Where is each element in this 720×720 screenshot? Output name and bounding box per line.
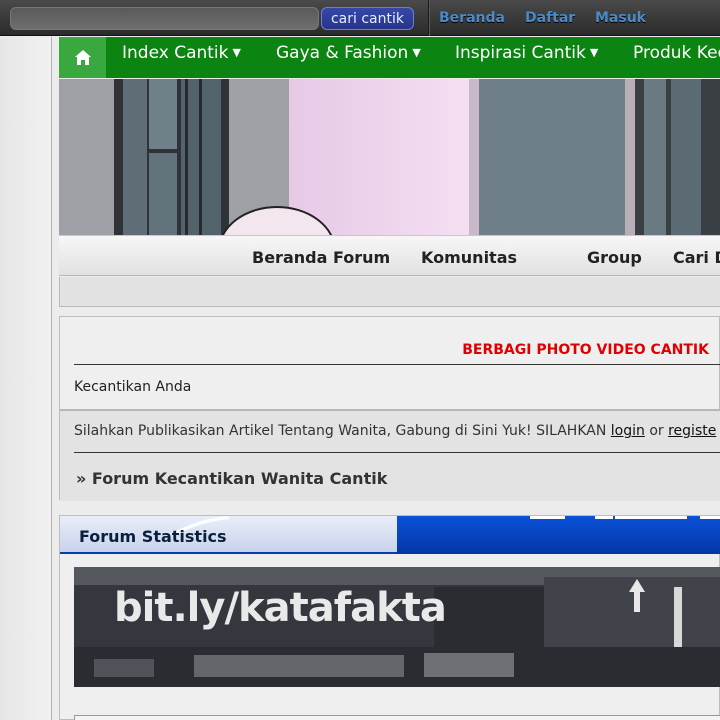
search-input[interactable]	[10, 7, 319, 30]
divider	[74, 452, 720, 453]
tagline: Kecantikan Anda	[74, 379, 192, 395]
caret-down-icon: ▼	[232, 46, 241, 59]
stats-footer-box	[74, 715, 720, 720]
home-button[interactable]	[59, 37, 106, 78]
forum-statistics-panel: Forum Statistics bit.ly/katafakta	[59, 515, 720, 720]
headline: BERBAGI PHOTO VIDEO CANTIK	[462, 342, 709, 358]
stats-title-tab: Forum Statistics	[60, 516, 397, 554]
nav-label: Gaya & Fashion	[276, 43, 409, 63]
stats-header: Forum Statistics	[60, 516, 720, 554]
stats-title: Forum Statistics	[79, 527, 227, 546]
welcome-panel: Silahkan Publikasikan Artikel Tentang Wa…	[60, 409, 720, 501]
main-column: Index Cantik ▼ Gaya & Fashion ▼ Inspirasi …	[59, 37, 720, 720]
login-link[interactable]: login	[611, 423, 645, 439]
nav-produk[interactable]: Produk Kec	[633, 43, 720, 63]
katafakta-banner-image[interactable]: bit.ly/katafakta	[74, 567, 720, 687]
forum-nav-beranda[interactable]: Beranda Forum	[252, 248, 390, 267]
forum-nav: Beranda Forum Komunitas Group Cari D	[59, 235, 720, 276]
welcome-text: Silahkan Publikasikan Artikel Tentang Wa…	[74, 423, 716, 439]
top-bar: cari cantik Beranda Daftar Masuk	[0, 0, 720, 36]
nav-inspirasi-cantik[interactable]: Inspirasi Cantik ▼	[455, 43, 598, 63]
welcome-message: Silahkan Publikasikan Artikel Tentang Wa…	[74, 423, 611, 439]
daftar-link[interactable]: Daftar	[525, 10, 575, 26]
nav-index-cantik[interactable]: Index Cantik ▼	[122, 43, 241, 63]
top-bar-divider	[428, 0, 429, 36]
or-text: or	[644, 423, 669, 439]
nav-label: Inspirasi Cantik	[455, 43, 586, 63]
intro-panel: BERBAGI PHOTO VIDEO CANTIK Kecantikan An…	[59, 316, 720, 501]
header-banner-image	[59, 79, 720, 235]
nav-gaya-fashion[interactable]: Gaya & Fashion ▼	[276, 43, 421, 63]
beranda-link[interactable]: Beranda	[439, 10, 505, 26]
nav-label: Produk Kec	[633, 43, 720, 63]
main-nav: Index Cantik ▼ Gaya & Fashion ▼ Inspirasi …	[59, 37, 720, 78]
banner-text: bit.ly/katafakta	[114, 585, 447, 631]
home-icon	[74, 50, 91, 65]
sub-nav-bar	[59, 277, 720, 307]
caret-down-icon: ▼	[412, 46, 421, 59]
forum-nav-cari[interactable]: Cari D	[673, 248, 720, 267]
breadcrumb[interactable]: » Forum Kecantikan Wanita Cantik	[76, 469, 387, 488]
forum-nav-group[interactable]: Group	[587, 248, 642, 267]
forum-nav-komunitas[interactable]: Komunitas	[421, 248, 517, 267]
nav-label: Index Cantik	[122, 43, 229, 63]
caret-down-icon: ▼	[589, 46, 599, 59]
search-button[interactable]: cari cantik	[321, 7, 414, 30]
register-link[interactable]: registe	[668, 423, 716, 439]
masuk-link[interactable]: Masuk	[595, 10, 646, 26]
divider	[74, 364, 720, 365]
left-gutter	[0, 37, 52, 720]
